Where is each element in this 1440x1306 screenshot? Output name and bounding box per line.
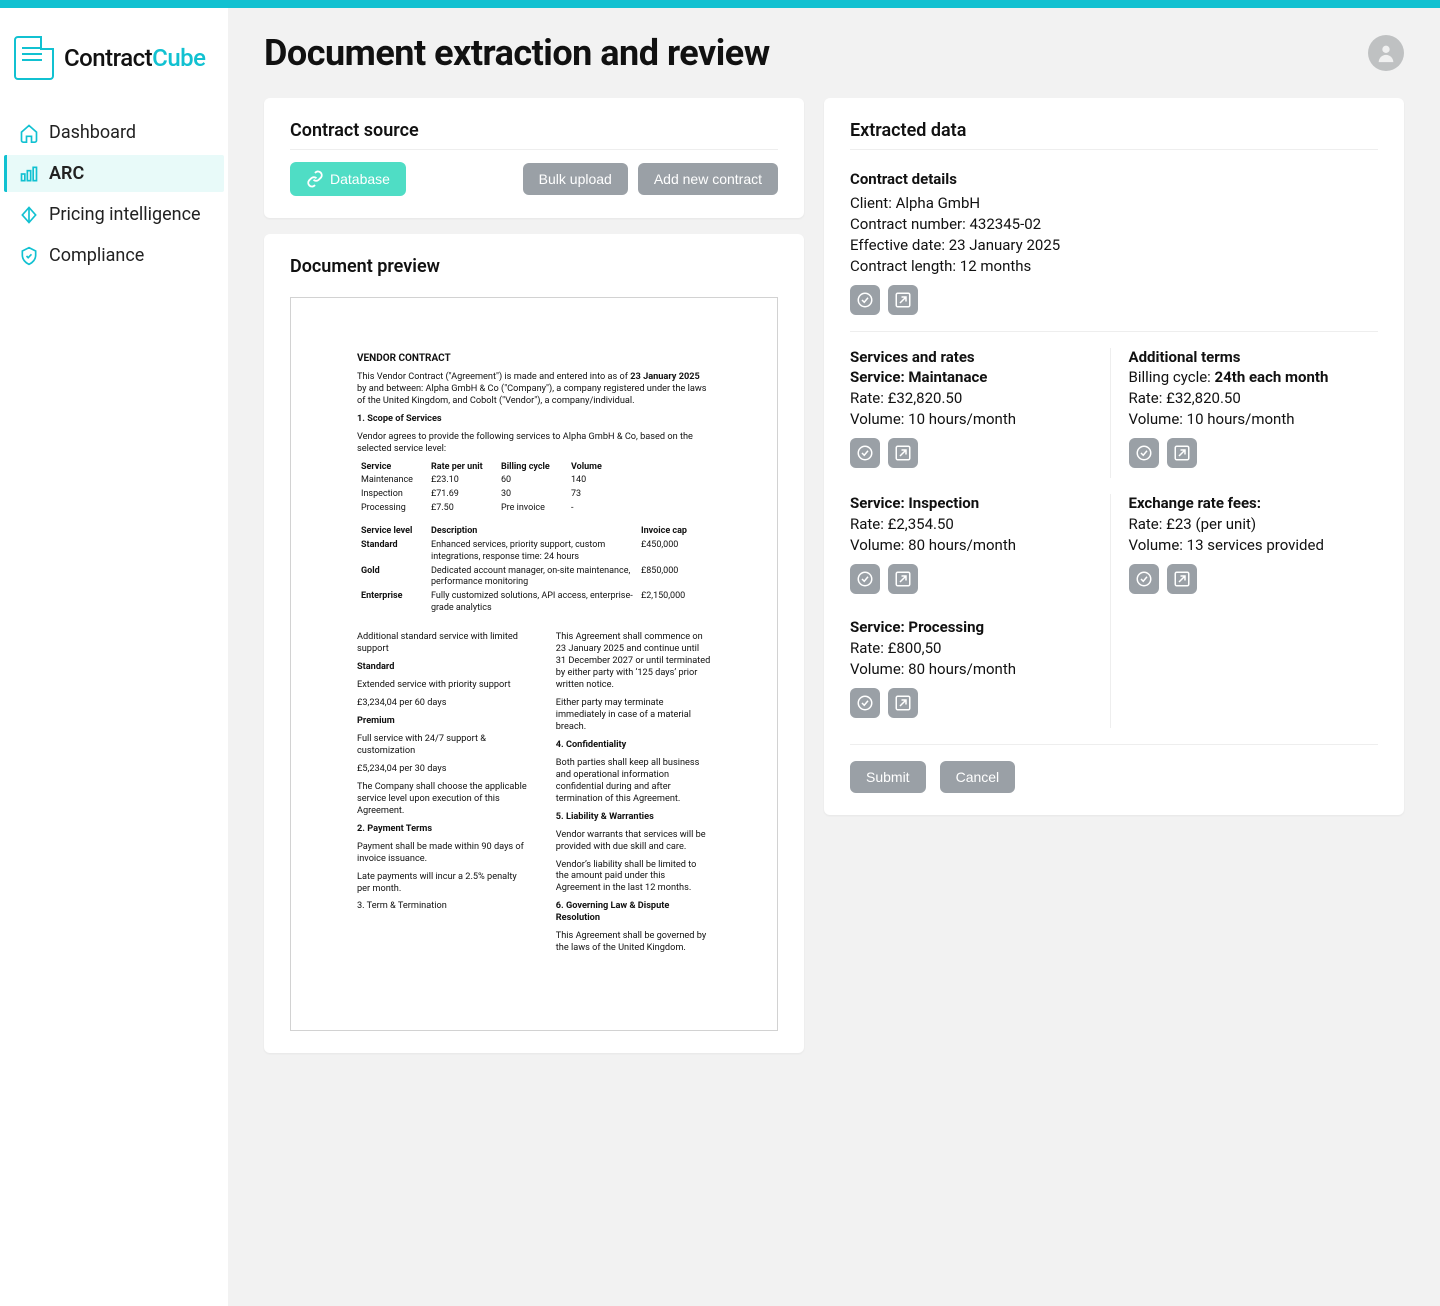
approve-button[interactable] (1129, 438, 1159, 468)
sidebar-nav: Dashboard ARC Pricing intelligence Compl… (0, 114, 228, 278)
inspection-section: Service: Inspection Rate: £2,354.50 Volu… (850, 494, 1378, 744)
details-title: Contract details (850, 170, 1378, 188)
bulk-upload-button[interactable]: Bulk upload (523, 163, 628, 195)
sidebar-item-label: Dashboard (49, 122, 136, 143)
contract-details-section: Contract details Client: Alpha GmbH Cont… (850, 162, 1378, 331)
database-button-label: Database (330, 171, 390, 187)
sidebar-item-label: Pricing intelligence (49, 204, 201, 225)
edit-icon (1173, 444, 1191, 462)
avatar[interactable] (1368, 35, 1404, 71)
submit-button[interactable]: Submit (850, 761, 926, 793)
approve-button[interactable] (850, 564, 880, 594)
extracted-data-card: Extracted data Contract details Client: … (824, 98, 1404, 815)
approve-button[interactable] (1129, 564, 1159, 594)
arc-icon (19, 164, 39, 184)
doc-title: VENDOR CONTRACT (357, 352, 711, 365)
document-preview-card: Document preview VENDOR CONTRACT This Ve… (264, 234, 804, 1053)
sidebar: ContractCube Dashboard ARC Pricing intel… (0, 8, 228, 1306)
document-preview-heading: Document preview (290, 256, 778, 285)
logo-icon (14, 36, 54, 80)
sidebar-item-label: ARC (49, 163, 84, 184)
sidebar-item-dashboard[interactable]: Dashboard (4, 114, 224, 151)
shield-icon (19, 246, 39, 266)
home-icon (19, 123, 39, 143)
edit-button[interactable] (888, 438, 918, 468)
main: Document extraction and review Contract … (228, 8, 1440, 1306)
check-circle-icon (1135, 444, 1153, 462)
pricing-icon (19, 205, 39, 225)
link-icon (306, 170, 324, 188)
logo[interactable]: ContractCube (0, 26, 228, 114)
edit-button[interactable] (888, 688, 918, 718)
check-circle-icon (1135, 570, 1153, 588)
edit-button[interactable] (1167, 564, 1197, 594)
sidebar-item-label: Compliance (49, 245, 144, 266)
approve-button[interactable] (850, 438, 880, 468)
edit-button[interactable] (1167, 438, 1197, 468)
contract-source-card: Contract source Database Bulk upload Add… (264, 98, 804, 218)
check-circle-icon (856, 444, 874, 462)
services-section: Services and rates Service: Maintanace R… (850, 331, 1378, 494)
cancel-button[interactable]: Cancel (940, 761, 1016, 793)
page-title: Document extraction and review (264, 32, 770, 74)
edit-icon (894, 444, 912, 462)
logo-text: ContractCube (64, 44, 206, 72)
extracted-heading: Extracted data (850, 120, 1378, 150)
approve-button[interactable] (850, 688, 880, 718)
database-button[interactable]: Database (290, 162, 406, 196)
sidebar-item-pricing[interactable]: Pricing intelligence (4, 196, 224, 233)
sidebar-item-arc[interactable]: ARC (4, 155, 224, 192)
approve-button[interactable] (850, 285, 880, 315)
sidebar-item-compliance[interactable]: Compliance (4, 237, 224, 274)
edit-button[interactable] (888, 285, 918, 315)
edit-icon (894, 291, 912, 309)
edit-icon (894, 694, 912, 712)
add-contract-button[interactable]: Add new contract (638, 163, 778, 195)
edit-icon (894, 570, 912, 588)
contract-source-heading: Contract source (290, 120, 778, 150)
check-circle-icon (856, 694, 874, 712)
check-circle-icon (856, 570, 874, 588)
check-circle-icon (856, 291, 874, 309)
user-icon (1375, 42, 1397, 64)
edit-icon (1173, 570, 1191, 588)
edit-button[interactable] (888, 564, 918, 594)
document-content: VENDOR CONTRACT This Vendor Contract ("A… (290, 297, 778, 1031)
